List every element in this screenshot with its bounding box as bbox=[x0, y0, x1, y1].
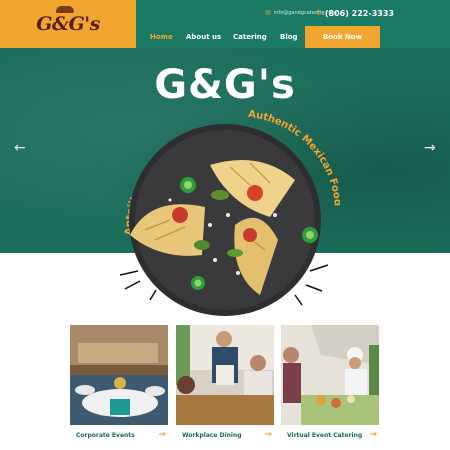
book-now-button[interactable]: Book Now bbox=[305, 26, 380, 48]
taco-plate-svg: Antojitos Estilo Guadalajara Authentic M… bbox=[107, 87, 343, 316]
phone-icon: ✆ bbox=[316, 9, 322, 17]
workplace-dining-photo bbox=[176, 325, 274, 425]
nav-home[interactable]: Home bbox=[150, 28, 173, 46]
workplace-dining-label[interactable]: Workplace Dining → bbox=[176, 429, 274, 441]
arrow-right-icon: → bbox=[369, 430, 377, 440]
virtual-event-catering-photo bbox=[281, 325, 379, 425]
arrow-right-icon: → bbox=[264, 430, 272, 440]
service-card-corporate-events[interactable]: Corporate Events → bbox=[70, 325, 168, 443]
virtual-event-catering-label[interactable]: Virtual Event Catering → bbox=[281, 429, 379, 441]
nav-blog[interactable]: Blog bbox=[280, 28, 298, 46]
header-phone[interactable]: ✆ (806) 222-3333 bbox=[316, 8, 394, 18]
nav-catering[interactable]: Catering bbox=[233, 28, 267, 46]
sombrero-icon bbox=[56, 6, 75, 13]
chevron-left-icon[interactable]: ← bbox=[14, 140, 26, 156]
logo[interactable]: G&G's bbox=[0, 0, 136, 48]
corporate-events-label[interactable]: Corporate Events → bbox=[70, 429, 168, 441]
service-card-workplace-dining[interactable]: Workplace Dining → bbox=[176, 325, 274, 443]
corporate-events-photo bbox=[70, 325, 168, 425]
arrow-right-icon: → bbox=[158, 430, 166, 440]
service-card-virtual-event-catering[interactable]: Virtual Event Catering → bbox=[281, 325, 379, 443]
nav-about-us[interactable]: About us bbox=[186, 28, 221, 46]
envelope-icon: ✉ bbox=[265, 9, 271, 17]
logo-text: G&G's bbox=[36, 6, 100, 35]
site-header: G&G's ✉ info@gandgcatering.com ✆ (806) 2… bbox=[0, 0, 450, 48]
taco-plate-image: Antojitos Estilo Guadalajara Authentic M… bbox=[107, 87, 343, 325]
chevron-right-icon[interactable]: → bbox=[424, 140, 436, 156]
